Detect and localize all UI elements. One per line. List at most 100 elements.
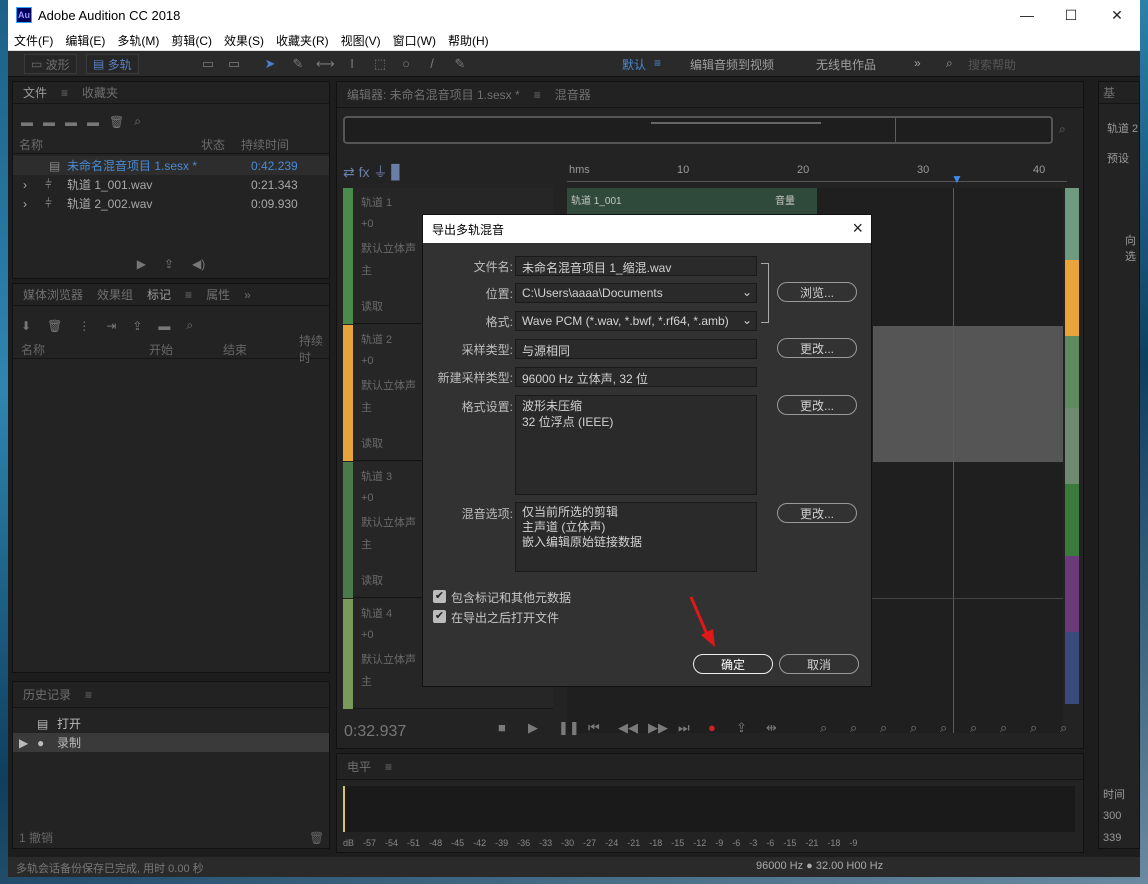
time-ruler[interactable]: hms 10 20 30 40 ▼ (567, 162, 1067, 186)
menu-favorites[interactable]: 收藏夹(R) (270, 32, 335, 49)
tab-effects-rack[interactable]: 效果组 (97, 286, 133, 303)
fast-forward-icon[interactable]: ▶▶ (648, 720, 668, 736)
tab-properties[interactable]: 属性 (206, 286, 230, 303)
help-search-input[interactable]: 搜索帮助 (968, 56, 1016, 73)
import-icon[interactable]: ▬ (43, 115, 55, 129)
loop-icon[interactable]: ⇪ (164, 257, 174, 271)
skip-back-icon[interactable]: ⏮ (588, 720, 600, 736)
slip-tool-icon[interactable]: ⟷ (316, 56, 335, 72)
more-workspaces-icon[interactable]: » (914, 56, 921, 70)
location-select[interactable]: C:\Users\aaaa\Documents ⌄ (515, 283, 757, 303)
batch-icon[interactable]: ▬ (158, 319, 170, 333)
menu-window[interactable]: 窗口(W) (387, 32, 442, 49)
open-folder-icon[interactable]: ▬ (21, 115, 33, 129)
ok-button[interactable]: 确定 (693, 654, 773, 674)
essential-tab[interactable]: 基 (1103, 84, 1115, 101)
rewind-icon[interactable]: ◀◀ (618, 720, 638, 736)
tab-media-browser[interactable]: 媒体浏览器 (23, 286, 83, 303)
autoplay-icon[interactable]: ◀) (192, 257, 205, 271)
close-window-button[interactable]: ✕ (1094, 0, 1140, 30)
workspace-video[interactable]: 编辑音频到视频 (690, 56, 774, 73)
col-duration[interactable]: 持续时间 (241, 136, 289, 153)
change-sample-button[interactable]: 更改... (777, 338, 857, 358)
tab-files[interactable]: 文件 (23, 84, 47, 101)
tab-favorites[interactable]: 收藏夹 (82, 84, 118, 101)
menu-edit[interactable]: 编辑(E) (59, 32, 111, 49)
brush-icon[interactable]: / (424, 56, 440, 72)
panel-menu-icon[interactable]: ≡ (61, 86, 68, 100)
time-display[interactable]: 0:32.937 (344, 723, 406, 741)
trash-icon[interactable]: 🗑 (309, 831, 324, 845)
file-row[interactable]: › ⫩ 轨道 2_002.wav 0:09.930 (13, 194, 329, 213)
include-markers-checkbox[interactable]: ✔ (433, 590, 446, 603)
browse-button[interactable]: 浏览... (777, 282, 857, 302)
multitrack-view-button[interactable]: ▤ 多轨 (86, 54, 139, 74)
change-format-button[interactable]: 更改... (777, 395, 857, 415)
col-name[interactable]: 名称 (19, 136, 43, 153)
workspace-radio[interactable]: 无线电作品 (816, 56, 876, 73)
zoom-all-icon[interactable]: ⌕ (1060, 720, 1067, 736)
filter-search-icon[interactable]: ⌕ (186, 318, 193, 333)
col-status[interactable]: 状态 (201, 136, 225, 153)
maximize-button[interactable]: ☐ (1048, 0, 1094, 30)
format-select[interactable]: Wave PCM (*.wav, *.bwf, *.rf64, *.amb) ⌄ (515, 311, 757, 331)
new-file-icon[interactable]: ▬ (65, 115, 77, 129)
zoom-playhead-icon[interactable]: ⌕ (940, 720, 947, 736)
overview-bar[interactable] (343, 116, 1053, 144)
record-icon[interactable]: ● (708, 720, 716, 735)
change-mix-button[interactable]: 更改... (777, 503, 857, 523)
skip-forward-icon[interactable]: ⏭ (678, 720, 690, 736)
export-icon[interactable]: ⇪ (132, 319, 142, 333)
filter-search-icon[interactable]: ⌕ (134, 114, 141, 129)
skip-selection-icon[interactable]: ⇹ (766, 720, 777, 736)
meter-icon[interactable]: ▊ (391, 164, 402, 180)
zoom-selection-icon[interactable]: ⌕ (1000, 720, 1007, 736)
menu-file[interactable]: 文件(F) (8, 32, 59, 49)
play-icon[interactable]: ▶ (528, 720, 538, 736)
pause-icon[interactable]: ❚❚ (558, 720, 580, 736)
marquee-icon[interactable]: ⬚ (372, 56, 388, 72)
time-select-icon[interactable]: I (344, 56, 360, 72)
fx-icon[interactable]: fx (359, 164, 370, 180)
stop-icon[interactable]: ■ (498, 720, 506, 735)
loop-icon[interactable]: ⇪ (736, 720, 747, 736)
panel-menu-icon[interactable]: ≡ (185, 288, 192, 302)
panel-menu-icon[interactable]: ≡ (385, 760, 392, 774)
play-icon[interactable]: ▶ (137, 257, 146, 271)
playhead-marker-icon[interactable]: ▼ (951, 172, 963, 186)
panel-menu-icon[interactable]: ≡ (85, 688, 92, 702)
editor-tab[interactable]: 编辑器: 未命名混音项目 1.sesx * (347, 86, 520, 103)
mixer-tab[interactable]: 混音器 (555, 86, 591, 103)
delete-icon[interactable]: 🗑 (47, 319, 62, 333)
expand-icon[interactable]: › (23, 178, 27, 192)
zoom-tracks-icon[interactable]: ⌕ (1030, 720, 1037, 736)
panel-menu-icon[interactable]: ≡ (534, 88, 541, 102)
healing-icon[interactable]: ✎ (452, 56, 468, 72)
delete-icon[interactable]: 🗑 (109, 115, 124, 129)
workspace-menu-icon[interactable]: ≡ (654, 56, 661, 70)
lasso-icon[interactable]: ○ (398, 56, 414, 72)
more-tabs-icon[interactable]: » (244, 288, 251, 302)
zoom-out-full-icon[interactable]: ⌕ (970, 720, 977, 736)
waveform-view-button[interactable]: ▭ 波形 (24, 54, 77, 74)
zoom-in-time-icon[interactable]: ⌕ (880, 720, 887, 736)
history-item[interactable]: ▶ ● 录制 (13, 733, 329, 752)
zoom-in-amp-icon[interactable]: ⌕ (820, 720, 827, 736)
move-tool-icon[interactable]: ➤ (262, 56, 278, 72)
filename-field[interactable]: 未命名混音项目 1_缩混.wav (515, 256, 757, 276)
minimize-button[interactable]: — (1004, 0, 1050, 30)
pitch-icon[interactable]: ▭ (226, 56, 242, 72)
menu-clip[interactable]: 剪辑(C) (165, 32, 218, 49)
file-row[interactable]: ▤ 未命名混音项目 1.sesx * 0:42.239 (13, 156, 329, 175)
merge-icon[interactable]: ⋮ (78, 319, 90, 333)
zoom-out-time-icon[interactable]: ⌕ (910, 720, 917, 736)
menu-effects[interactable]: 效果(S) (218, 32, 270, 49)
menu-view[interactable]: 视图(V) (335, 32, 387, 49)
marker-icon[interactable]: ⬇ (21, 319, 31, 333)
open-after-export-checkbox[interactable]: ✔ (433, 610, 446, 623)
insert-icon[interactable]: ▬ (87, 115, 99, 129)
clip[interactable] (873, 326, 1063, 462)
zoom-out-amp-icon[interactable]: ⌕ (850, 720, 857, 736)
send-icon[interactable]: ⇄ (343, 164, 355, 180)
spectral-icon[interactable]: ▭ (200, 56, 216, 72)
